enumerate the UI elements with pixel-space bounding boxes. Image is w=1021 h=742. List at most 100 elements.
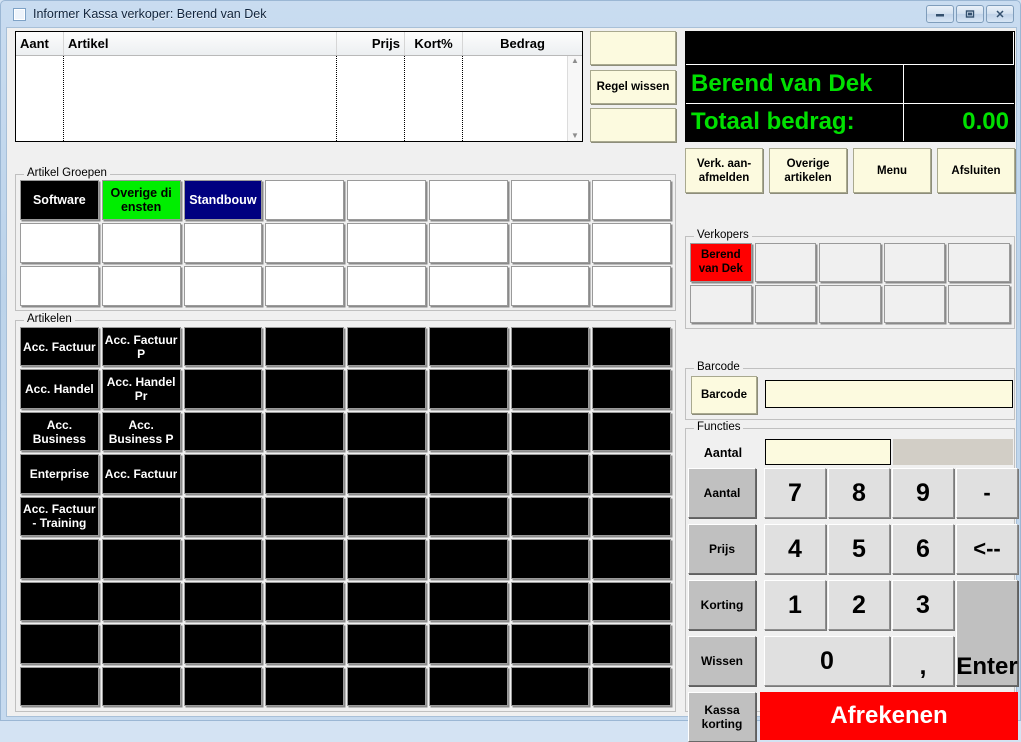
article-tile-33[interactable] (101, 496, 181, 537)
close-icon[interactable] (986, 5, 1014, 23)
article-tile-46[interactable] (510, 539, 590, 579)
article-tile-41[interactable] (101, 539, 181, 579)
article-group-tile-16[interactable] (20, 266, 99, 306)
article-tile-65[interactable] (101, 666, 181, 706)
article-group-tile-6[interactable] (510, 180, 590, 220)
article-tile-26[interactable] (183, 454, 263, 494)
article-tile-1[interactable]: Acc. Factuur P (101, 327, 181, 367)
article-tile-16[interactable]: Acc. Business (20, 411, 99, 452)
key-7[interactable]: 7 (764, 468, 826, 518)
article-tile-9[interactable]: Acc. Handel Pr (101, 369, 181, 409)
article-tile-40[interactable] (20, 539, 99, 579)
article-group-tile-3[interactable] (265, 180, 344, 220)
article-group-tile-12[interactable] (347, 223, 426, 263)
other-articles-button[interactable]: Overige artikelen (769, 148, 847, 193)
article-tile-43[interactable] (265, 539, 344, 579)
article-tile-36[interactable] (347, 496, 426, 537)
article-tile-70[interactable] (510, 666, 590, 706)
article-tile-57[interactable] (101, 624, 181, 664)
barcode-input[interactable] (765, 380, 1013, 408)
column-header-aant[interactable]: Aant (16, 32, 64, 55)
article-tile-24[interactable]: Enterprise (20, 454, 99, 494)
article-group-tile-10[interactable] (183, 223, 263, 263)
article-tile-69[interactable] (428, 666, 508, 706)
seller-login-button[interactable]: Verk. aan-afmelden (685, 148, 763, 193)
article-tile-47[interactable] (592, 539, 671, 579)
scroll-down-icon[interactable]: ▼ (571, 131, 579, 141)
article-group-tile-19[interactable] (265, 266, 344, 306)
receipt-grid-scrollbar[interactable]: ▲ ▼ (567, 56, 582, 141)
article-tile-56[interactable] (20, 624, 99, 664)
column-header-prijs[interactable]: Prijs (337, 32, 405, 55)
article-tile-2[interactable] (183, 327, 263, 367)
article-tile-0[interactable]: Acc. Factuur (20, 327, 99, 367)
article-group-tile-11[interactable] (265, 223, 344, 263)
article-tile-12[interactable] (347, 369, 426, 409)
article-tile-67[interactable] (265, 666, 344, 706)
seller-tile-9[interactable] (948, 284, 1010, 323)
article-tile-63[interactable] (592, 624, 671, 664)
article-tile-23[interactable] (592, 411, 671, 452)
checkout-button[interactable]: Afrekenen (760, 692, 1018, 740)
article-group-tile-20[interactable] (347, 266, 426, 306)
article-tile-71[interactable] (592, 666, 671, 706)
article-group-tile-5[interactable] (428, 180, 508, 220)
scroll-up-icon[interactable]: ▲ (571, 56, 579, 66)
menu-button[interactable]: Menu (853, 148, 931, 193)
article-tile-55[interactable] (592, 581, 671, 622)
key-backspace[interactable]: <-- (956, 524, 1018, 574)
article-group-tile-13[interactable] (428, 223, 508, 263)
restore-icon[interactable] (956, 5, 984, 23)
article-tile-68[interactable] (347, 666, 426, 706)
key-1[interactable]: 1 (764, 580, 826, 630)
article-tile-59[interactable] (265, 624, 344, 664)
seller-tile-2[interactable] (819, 243, 881, 282)
article-group-tile-15[interactable] (592, 223, 671, 263)
seller-tile-4[interactable] (948, 243, 1010, 282)
article-tile-10[interactable] (183, 369, 263, 409)
article-tile-58[interactable] (183, 624, 263, 664)
function-button-korting[interactable]: Korting (688, 580, 756, 630)
article-tile-64[interactable] (20, 666, 99, 706)
article-tile-48[interactable] (20, 581, 99, 622)
article-group-tile-4[interactable] (347, 180, 426, 220)
key-8[interactable]: 8 (828, 468, 890, 518)
seller-tile-7[interactable] (819, 284, 881, 323)
clear-line-button[interactable]: Regel wissen (590, 69, 676, 104)
key-enter[interactable]: Enter (956, 580, 1018, 686)
article-group-tile-2[interactable]: Standbouw (183, 180, 263, 220)
seller-tile-6[interactable] (754, 284, 817, 323)
article-tile-54[interactable] (510, 581, 590, 622)
key-0[interactable]: 0 (764, 636, 890, 686)
article-group-tile-18[interactable] (183, 266, 263, 306)
article-tile-25[interactable]: Acc. Factuur (101, 454, 181, 494)
article-group-tile-7[interactable] (592, 180, 671, 220)
key-5[interactable]: 5 (828, 524, 890, 574)
key-minus[interactable]: - (956, 468, 1018, 518)
column-header-bedrag[interactable]: Bedrag (463, 32, 582, 55)
article-tile-15[interactable] (592, 369, 671, 409)
article-tile-29[interactable] (428, 454, 508, 494)
article-group-tile-1[interactable]: Overige di ensten (101, 180, 181, 220)
article-tile-7[interactable] (592, 327, 671, 367)
function-button-aantal[interactable]: Aantal (688, 468, 756, 518)
article-tile-21[interactable] (428, 411, 508, 452)
key-9[interactable]: 9 (892, 468, 954, 518)
column-header-kort[interactable]: Kort% (405, 32, 463, 55)
article-group-tile-17[interactable] (101, 266, 181, 306)
article-tile-3[interactable] (265, 327, 344, 367)
article-group-tile-0[interactable]: Software (20, 180, 99, 220)
article-tile-52[interactable] (347, 581, 426, 622)
article-tile-11[interactable] (265, 369, 344, 409)
article-tile-51[interactable] (265, 581, 344, 622)
article-tile-18[interactable] (183, 411, 263, 452)
article-tile-4[interactable] (347, 327, 426, 367)
article-group-tile-23[interactable] (592, 266, 671, 306)
article-tile-44[interactable] (347, 539, 426, 579)
article-tile-5[interactable] (428, 327, 508, 367)
article-tile-42[interactable] (183, 539, 263, 579)
seller-tile-1[interactable] (754, 243, 817, 282)
article-tile-60[interactable] (347, 624, 426, 664)
article-tile-38[interactable] (510, 496, 590, 537)
article-tile-20[interactable] (347, 411, 426, 452)
